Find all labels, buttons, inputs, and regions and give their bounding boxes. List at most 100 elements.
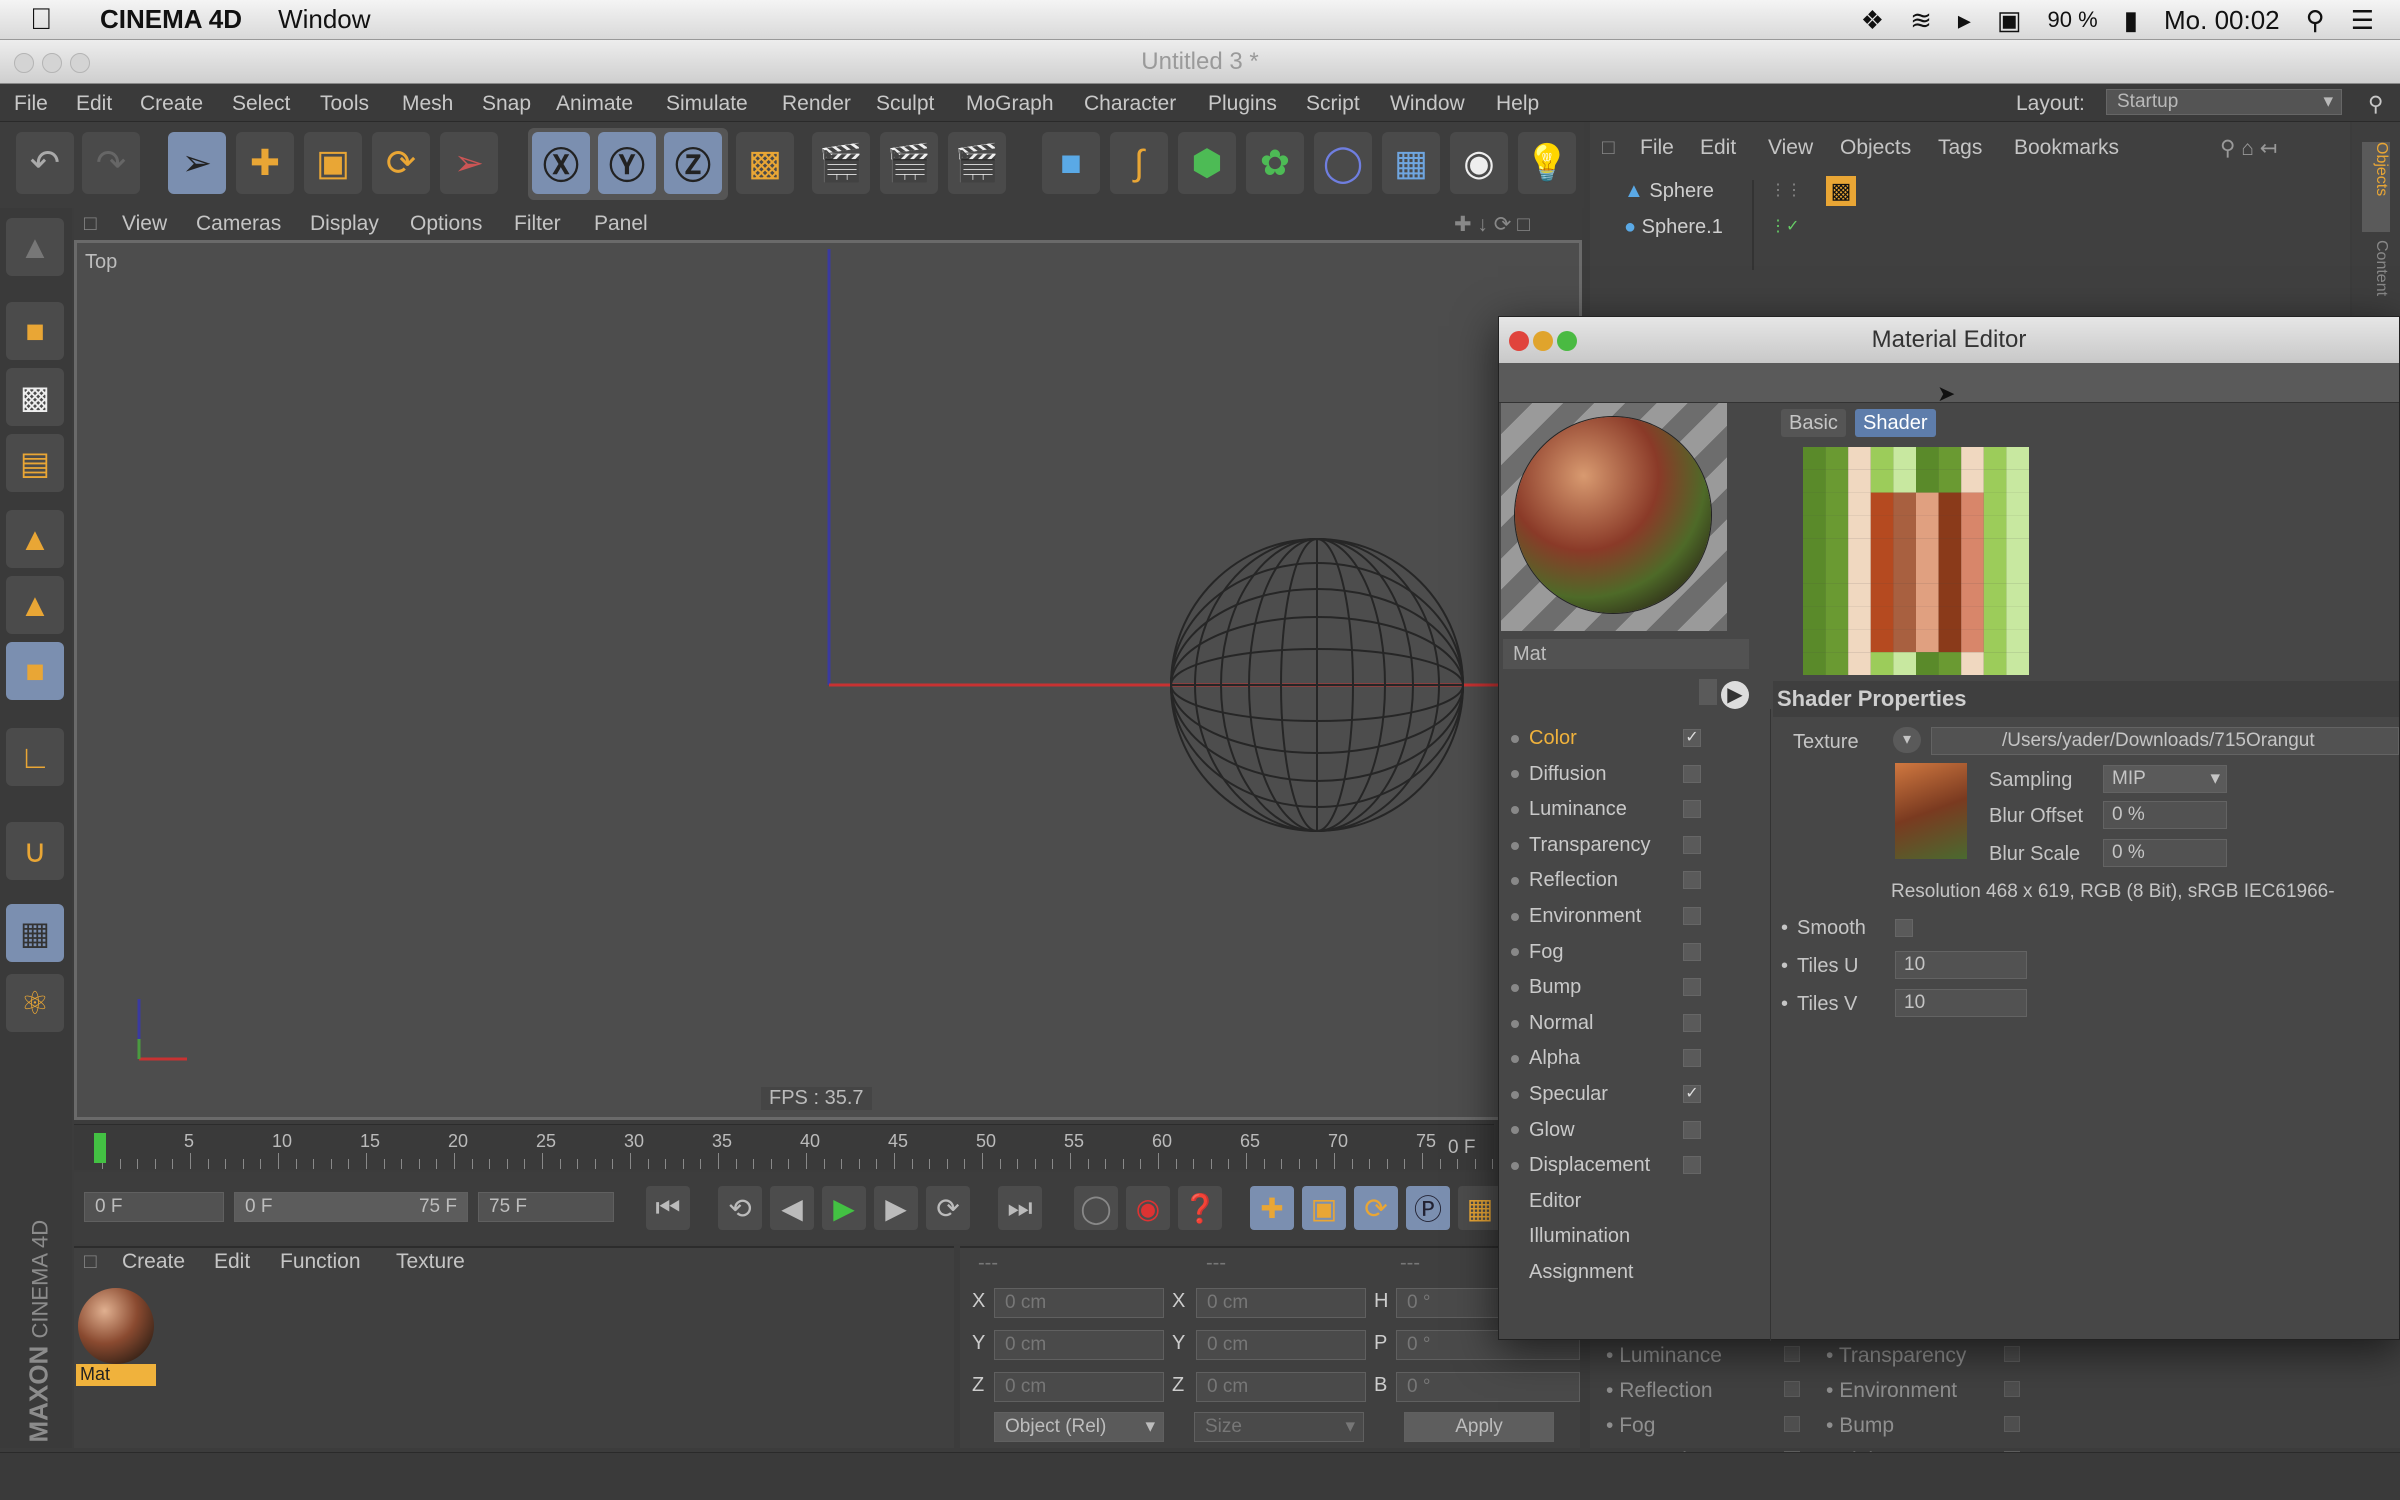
channel-environment[interactable]: Environment [1511,905,1761,935]
size-field[interactable]: 0 cm [1196,1288,1366,1318]
texture-menu-icon[interactable]: ▾ [1893,727,1921,753]
object-menu-bookmarks[interactable]: Bookmarks [2014,136,2119,160]
channel-checkbox[interactable] [1683,1156,1701,1175]
tab-objects[interactable]: Objects [2362,142,2390,232]
position-field[interactable]: 0 cm [994,1330,1164,1360]
menu-render[interactable]: Render [782,92,851,116]
channel-checkbox[interactable] [1683,764,1701,783]
attribute-channel-checkbox[interactable] [2004,1381,2020,1397]
menu-sculpt[interactable]: Sculpt [876,92,934,116]
playhead-marker[interactable] [94,1133,106,1163]
camera-icon[interactable]: ◉ [1450,132,1508,194]
position-field[interactable]: 0 cm [994,1288,1164,1318]
channel-checkbox[interactable] [1683,1120,1701,1139]
viewport-navigation-icons[interactable]: ✚ ↓ ⟳ □ [1454,212,1530,237]
render-picture-viewer-icon[interactable]: 🎬 [880,132,938,194]
channel-transparency[interactable]: Transparency [1511,834,1761,864]
object-row-sphere-1[interactable]: ● Sphere.1 [1624,216,1723,239]
render-view-icon[interactable]: 🎬 [812,132,870,194]
channel-checkbox[interactable] [1683,907,1701,925]
display-icon[interactable]: ▣ [1997,5,2022,36]
light-icon[interactable]: 💡 [1518,132,1576,194]
smooth-checkbox[interactable] [1895,919,1913,937]
viewport-menu-display[interactable]: Display [310,212,379,236]
floor-scene-icon[interactable]: ▦ [1382,132,1440,194]
viewport-top[interactable]: Top FPS : 35.7 [74,240,1582,1120]
texture-mode-icon[interactable]: ▩ [6,368,64,426]
channel-checkbox[interactable]: ✓ [1683,729,1701,747]
lock-workplane-icon[interactable]: ⚛ [6,974,64,1032]
record-scale-icon[interactable]: ▣ [1302,1186,1346,1230]
deformer-icon[interactable]: ◯ [1314,132,1372,194]
viewport-menu-options[interactable]: Options [410,212,482,236]
channel-assignment[interactable]: Assignment [1511,1261,1761,1291]
edges-mode-icon[interactable]: ▲ [6,576,64,634]
move-icon[interactable]: ✚ [236,132,294,194]
channel-checkbox[interactable]: ✓ [1683,1085,1701,1103]
move-select-icon[interactable]: ➢ [168,132,226,194]
live-selection-icon[interactable]: ➢ [440,132,498,194]
z-axis-lock-icon[interactable]: Ⓩ [664,132,722,194]
scale-icon[interactable]: ▣ [304,132,362,194]
layout-select[interactable]: Startup ▾ [2106,89,2342,115]
record-active-objects-icon[interactable]: ◯ [1074,1186,1118,1230]
size-field[interactable]: 0 cm [1196,1330,1366,1360]
object-manager-search-icon[interactable]: ⚲ ⌂ ↤ [2220,136,2277,161]
material-menu-edit[interactable]: Edit [214,1250,250,1274]
apple-icon[interactable]:  [30,3,64,37]
attribute-channel-item[interactable]: • Luminance [1606,1344,1816,1368]
window-menu[interactable]: Window [278,4,370,35]
menu-tools[interactable]: Tools [320,92,369,116]
x-axis-lock-icon[interactable]: Ⓧ [532,132,590,194]
next-frame-icon[interactable]: ▶ [874,1186,918,1230]
menu-animate[interactable]: Animate [556,92,633,116]
menu-window[interactable]: Window [1390,92,1465,116]
channel-specular[interactable]: Specular ✓ [1511,1083,1761,1113]
next-key-icon[interactable]: ⟳ [926,1186,970,1230]
channel-checkbox[interactable] [1683,800,1701,819]
record-position-icon[interactable]: ✚ [1250,1186,1294,1230]
channel-checkbox[interactable] [1683,978,1701,997]
rotation-field[interactable]: 0 ° [1396,1372,1580,1402]
size-mode-select[interactable]: Size ▾ [1194,1412,1364,1442]
channel-color[interactable]: Color ✓ [1511,727,1761,757]
tab-shader[interactable]: Shader [1855,409,1936,437]
channel-normal[interactable]: Normal [1511,1012,1761,1042]
tweak-magnet-icon[interactable]: ∪ [6,822,64,880]
autokeying-icon[interactable]: ◉ [1126,1186,1170,1230]
object-row-sphere[interactable]: ▲ Sphere [1624,180,1714,203]
go-to-start-icon[interactable]: ⏮ [646,1186,690,1230]
texture-path-field[interactable]: /Users/yader/Downloads/715Orangut [1931,727,2399,755]
channel-checkbox[interactable] [1683,871,1701,890]
channel-displacement[interactable]: Displacement [1511,1154,1761,1184]
texture-tag-icon[interactable]: ▩ [1826,176,1856,206]
y-axis-lock-icon[interactable]: Ⓨ [598,132,656,194]
workplane-mode-icon[interactable]: ▤ [6,434,64,492]
battery-label[interactable]: 90 % [2048,7,2098,33]
record-parameter-icon[interactable]: Ⓟ [1406,1186,1450,1230]
wifi-icon[interactable]: ≋ [1910,5,1932,36]
menu-snap[interactable]: Snap [482,92,531,116]
position-field[interactable]: 0 cm [994,1372,1164,1402]
material-name-field[interactable]: Mat [1503,639,1749,669]
close-dialog-button[interactable] [1509,331,1529,351]
make-editable-icon[interactable]: ▲ [6,218,64,276]
menu-mograph[interactable]: MoGraph [966,92,1054,116]
size-field[interactable]: 0 cm [1196,1372,1366,1402]
model-mode-icon[interactable]: ■ [6,302,64,360]
record-pla-icon[interactable]: ▦ [1458,1186,1502,1230]
previous-key-icon[interactable]: ⟲ [718,1186,762,1230]
viewport-menu-panel[interactable]: Panel [594,212,648,236]
previous-frame-icon[interactable]: ◀ [770,1186,814,1230]
dropbox-icon[interactable]: ❖ [1861,5,1884,36]
object-menu-objects[interactable]: Objects [1840,136,1911,160]
apply-button[interactable]: Apply [1404,1412,1554,1442]
channel-fog[interactable]: Fog [1511,941,1761,971]
go-to-end-icon[interactable]: ⏭ [998,1186,1042,1230]
menu-create[interactable]: Create [140,92,203,116]
frame-range-slider[interactable]: 0 F 75 F [234,1192,468,1222]
channel-glow[interactable]: Glow [1511,1119,1761,1149]
blur-offset-field[interactable]: 0 % [2103,801,2227,829]
material-menu-texture[interactable]: Texture [396,1250,465,1274]
object-manager-toggle-icon[interactable]: □ [1602,136,1615,160]
